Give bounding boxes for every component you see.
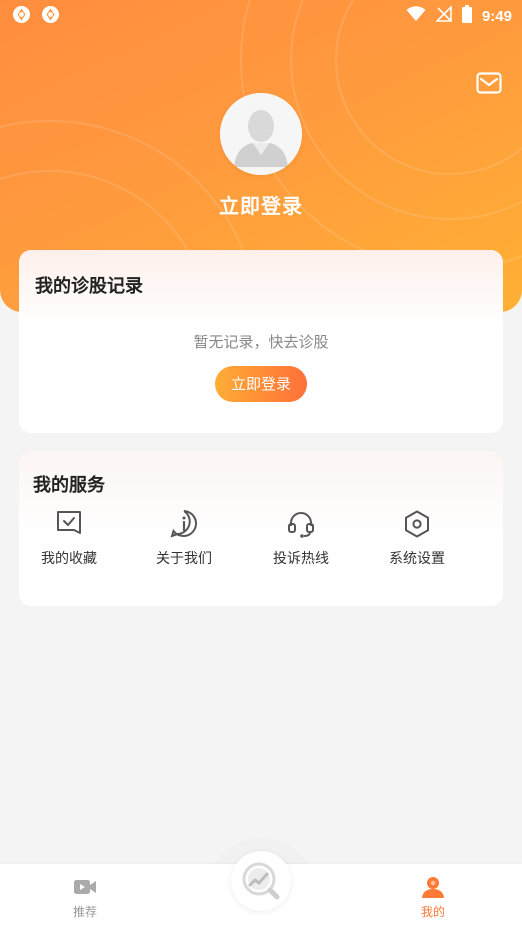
service-item-label: 系统设置 [389, 551, 445, 567]
tab-recommend[interactable]: 推荐 [55, 876, 115, 920]
service-item-settings[interactable]: 系统设置 [367, 509, 467, 569]
app-notification-icon [12, 5, 31, 24]
stock-diagnosis-icon [242, 862, 280, 900]
video-icon [73, 876, 97, 898]
service-item-complaint-hotline[interactable]: 投诉热线 [251, 509, 351, 569]
login-title[interactable]: 立即登录 [0, 190, 522, 219]
tab-label: 推荐 [72, 905, 97, 919]
empty-state-text: 暂无记录，快去诊股 [193, 333, 329, 351]
diagnosis-record-card: 我的诊股记录 暂无记录，快去诊股 立即登录 [19, 250, 503, 433]
record-card-title: 我的诊股记录 [35, 276, 143, 297]
status-time: 9:49 [481, 7, 512, 25]
battery-icon [461, 5, 472, 27]
service-item-label: 我的收藏 [41, 551, 97, 567]
tab-mine[interactable]: 我的 [403, 876, 463, 920]
service-item-about[interactable]: 关于我们 [134, 509, 234, 569]
headset-icon [286, 509, 316, 539]
tab-label: 我的 [420, 905, 445, 919]
no-signal-icon [435, 5, 452, 26]
login-button[interactable]: 立即登录 [215, 366, 307, 402]
user-icon [421, 876, 445, 898]
stock-diagnosis-button[interactable] [231, 851, 291, 911]
wifi-icon [406, 6, 426, 26]
avatar[interactable] [220, 93, 302, 175]
app-notification-icon [41, 5, 60, 24]
status-bar: 9:49 [0, 0, 522, 30]
service-card-title: 我的服务 [33, 475, 105, 496]
service-item-favorites[interactable]: 我的收藏 [19, 509, 119, 569]
service-item-label: 投诉热线 [273, 551, 329, 567]
mail-icon [476, 72, 502, 94]
info-icon [169, 509, 199, 539]
service-card: 我的服务 我的收藏 关于我们 投诉热线 系统设置 [19, 451, 503, 606]
default-avatar-icon [220, 93, 302, 175]
settings-icon [402, 509, 432, 539]
mail-button[interactable] [476, 72, 502, 94]
favorites-icon [54, 509, 84, 539]
service-item-label: 关于我们 [156, 551, 212, 567]
